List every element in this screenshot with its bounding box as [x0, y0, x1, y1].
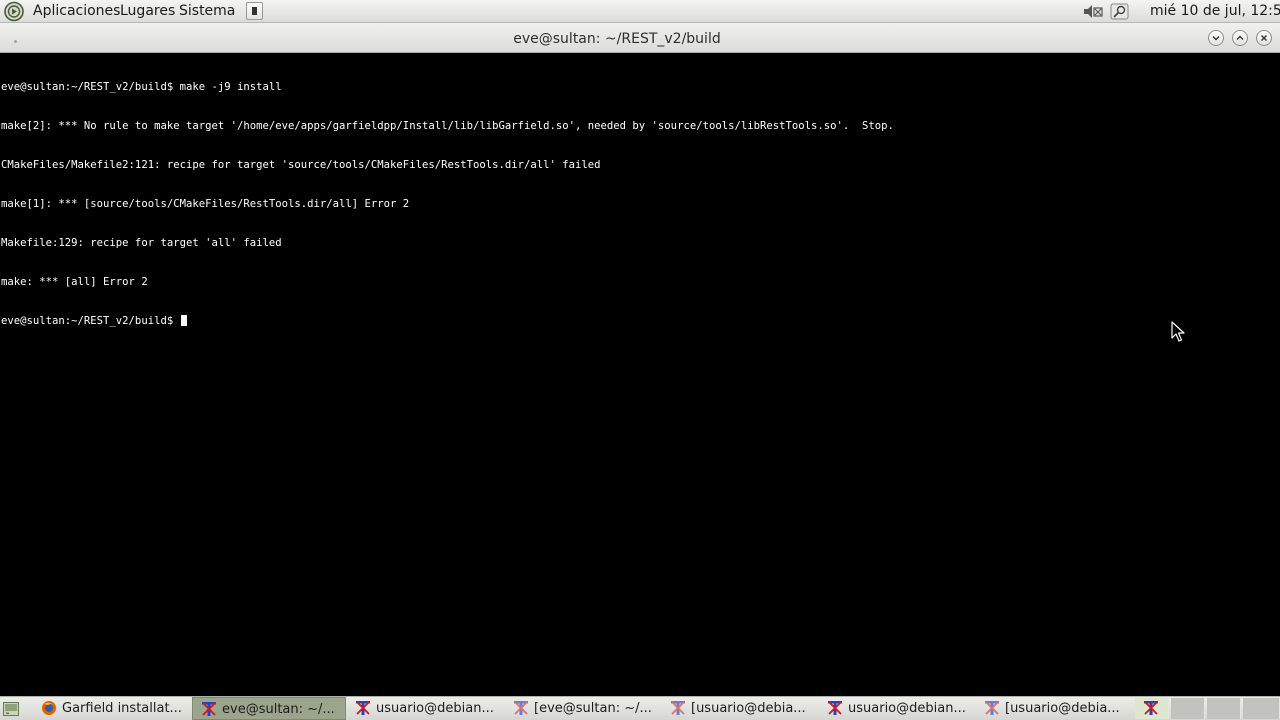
terminal-prompt-line[interactable]: eve@sultan:~/REST_v2/build$ [1, 315, 1271, 328]
task-terminal-eve-2[interactable]: [eve@sultan: ~/... [505, 697, 659, 720]
terminal-prompt: eve@sultan:~/REST_v2/build$ [1, 315, 180, 327]
workspace-1[interactable] [1135, 698, 1169, 719]
task-terminal-usuario-2[interactable]: [usuario@debia... [662, 697, 816, 720]
terminal-output: eve@sultan:~/REST_v2/build$ make -j9 ins… [1, 55, 1271, 354]
close-button[interactable] [1256, 30, 1272, 46]
terminal-line: make: *** [all] Error 2 [1, 276, 148, 288]
panel-applet-button[interactable] [246, 2, 263, 20]
task-firefox-garfield[interactable]: Garfield installat... [33, 697, 191, 720]
task-label: usuario@debian... [376, 701, 494, 716]
xterm-icon [985, 701, 999, 715]
show-desktop-icon[interactable] [3, 702, 19, 716]
debian-menu-icon[interactable] [3, 1, 25, 22]
xterm-icon [202, 702, 216, 716]
task-terminal-eve-active[interactable]: eve@sultan: ~/... [192, 697, 346, 720]
close-icon [1261, 35, 1267, 41]
task-label: [usuario@debia... [1005, 701, 1120, 716]
maximize-button[interactable] [1232, 30, 1248, 46]
menu-sistema[interactable]: Sistema [179, 3, 235, 20]
applet-icon [252, 7, 257, 15]
xterm-icon [671, 701, 685, 715]
menu-lugares[interactable]: Lugares [120, 3, 175, 20]
top-panel: Aplicaciones Lugares Sistema mié 10 de j… [0, 0, 1280, 23]
panel-clock[interactable]: mié 10 de jul, 12:55 [1150, 3, 1280, 20]
task-terminal-usuario-4[interactable]: [usuario@debia... [976, 697, 1130, 720]
task-label: [usuario@debia... [691, 701, 806, 716]
window-titlebar[interactable]: eve@sultan: ~/REST_v2/build [0, 23, 1280, 53]
task-terminal-usuario-3[interactable]: usuario@debian... [819, 697, 973, 720]
xterm-icon [514, 701, 528, 715]
chevron-down-icon [1212, 36, 1220, 41]
workspace-switcher[interactable] [1135, 698, 1280, 719]
xterm-icon [356, 701, 370, 715]
task-label: usuario@debian... [848, 701, 966, 716]
task-terminal-usuario-1[interactable]: usuario@debian... [347, 697, 501, 720]
menu-aplicaciones[interactable]: Aplicaciones [33, 3, 120, 20]
window-title: eve@sultan: ~/REST_v2/build [513, 31, 721, 47]
task-label: Garfield installat... [62, 701, 182, 716]
terminal-cursor [180, 315, 187, 326]
terminal-line: make[1]: *** [source/tools/CMakeFiles/Re… [1, 198, 410, 210]
search-icon[interactable] [1110, 3, 1129, 20]
bottom-taskbar: Garfield installat... eve@sultan: ~/... … [0, 696, 1280, 720]
mouse-pointer-icon [1171, 321, 1185, 342]
workspace-2[interactable] [1171, 698, 1205, 719]
terminal-line: make[2]: *** No rule to make target '/ho… [1, 120, 894, 132]
minimize-button[interactable] [1208, 30, 1224, 46]
task-label: [eve@sultan: ~/... [534, 701, 652, 716]
terminal-line: eve@sultan:~/REST_v2/build$ make -j9 ins… [1, 81, 282, 93]
firefox-icon [42, 701, 56, 715]
xterm-icon [828, 701, 842, 715]
terminal-area[interactable]: eve@sultan:~/REST_v2/build$ make -j9 ins… [0, 53, 1280, 696]
task-label: eve@sultan: ~/... [222, 702, 335, 717]
terminal-line: CMakeFiles/Makefile2:121: recipe for tar… [1, 159, 601, 171]
xterm-icon [1144, 701, 1158, 715]
chevron-up-icon [1236, 35, 1244, 40]
workspace-4[interactable] [1243, 698, 1280, 719]
volume-muted-icon[interactable] [1082, 3, 1104, 20]
workspace-3[interactable] [1207, 698, 1241, 719]
terminal-line: Makefile:129: recipe for target 'all' fa… [1, 237, 282, 249]
